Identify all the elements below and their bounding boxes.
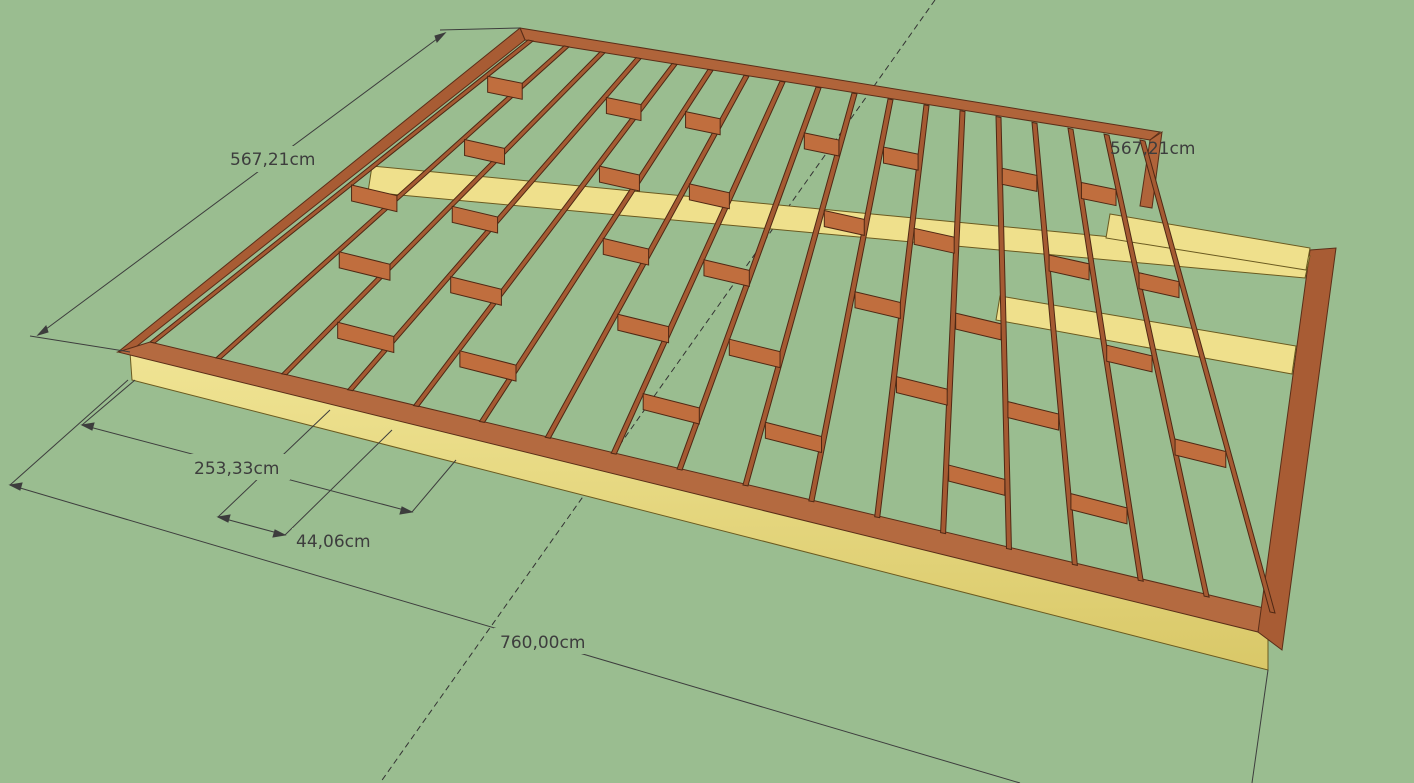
blocking: [1106, 344, 1153, 373]
blocking: [605, 96, 642, 122]
blocking: [598, 165, 640, 192]
dimension-segment[interactable]: 253,33cm: [194, 459, 279, 479]
axis-line: [379, 0, 936, 783]
dimension-spacing[interactable]: 44,06cm: [296, 532, 371, 552]
dimension-lines: [8, 27, 1269, 783]
blocking: [1001, 167, 1038, 193]
blocking: [882, 146, 919, 171]
dimension-width-right[interactable]: 567,21cm: [1110, 139, 1195, 159]
blocking: [955, 312, 1002, 341]
blocking: [459, 350, 517, 382]
floor-frame[interactable]: [116, 27, 1337, 671]
blocking: [338, 251, 391, 281]
joist: [610, 80, 786, 455]
joist: [1103, 133, 1210, 598]
blocking: [948, 464, 1006, 496]
blocking: [464, 138, 506, 165]
blocking: [642, 393, 700, 425]
blocking: [854, 291, 901, 320]
blocking: [337, 321, 395, 354]
blocking: [602, 237, 650, 266]
blocking: [1080, 181, 1117, 207]
blocking: [1174, 438, 1227, 469]
blocking: [450, 276, 502, 306]
blocking: [1048, 254, 1090, 281]
blocking: [728, 338, 781, 369]
blocking: [1007, 400, 1060, 431]
sketchup-viewport[interactable]: 567,21cm 567,21cm 253,33cm 44,06cm 760,0…: [0, 0, 1414, 783]
blocking: [703, 259, 750, 288]
blocking: [451, 205, 499, 234]
blocking: [803, 132, 840, 157]
joist: [742, 92, 858, 487]
blocking: [895, 375, 948, 406]
dimension-width-left[interactable]: 567,21cm: [230, 150, 315, 170]
rim-beam-right: [1257, 247, 1337, 651]
dimension-length[interactable]: 760,00cm: [500, 633, 585, 653]
blocking: [617, 313, 670, 344]
blocking: [1138, 272, 1180, 299]
blocking: [1070, 492, 1128, 525]
rim-beam-front: [116, 341, 1273, 633]
blocking: [487, 75, 523, 100]
blocking: [685, 111, 721, 136]
blocking: [764, 421, 822, 454]
